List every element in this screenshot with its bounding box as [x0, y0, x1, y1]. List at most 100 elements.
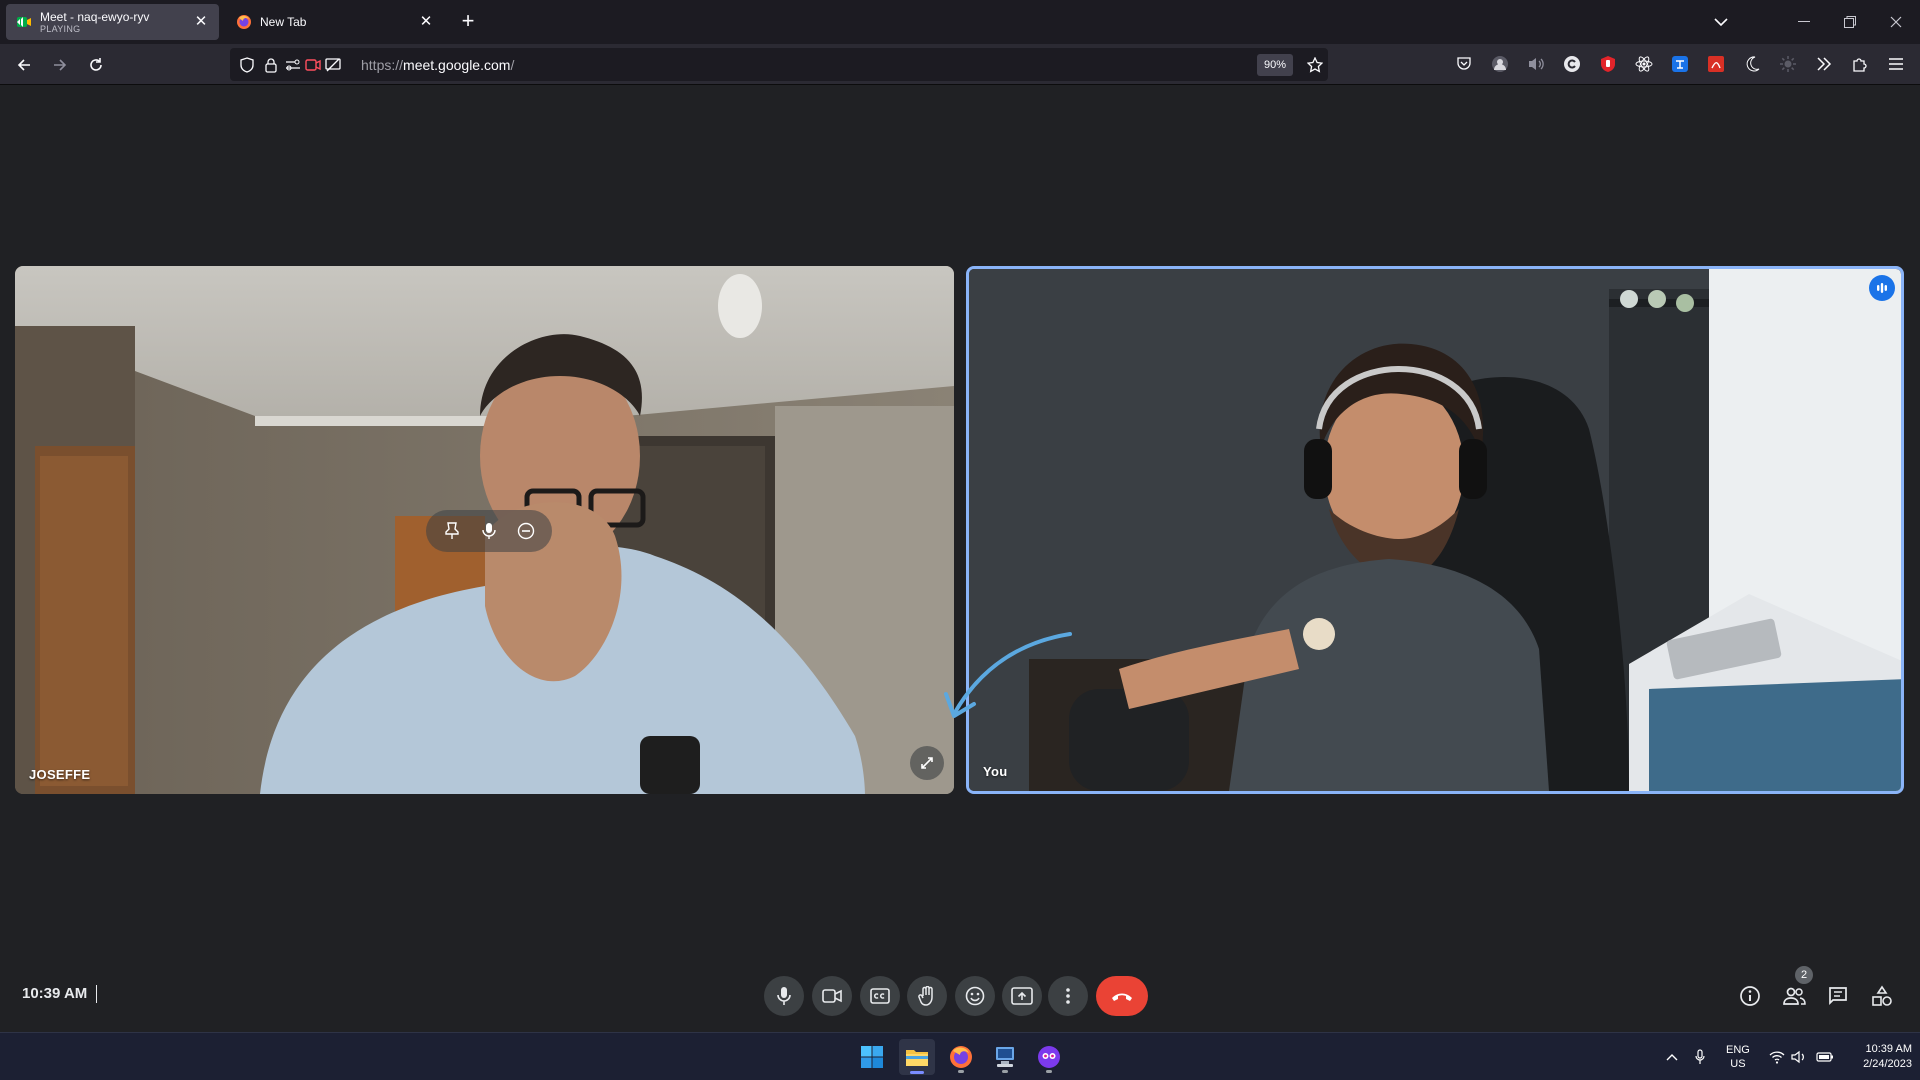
- tracking-protection-shield-icon[interactable]: [238, 56, 256, 74]
- speaking-indicator-icon: [1869, 275, 1895, 301]
- system-clock[interactable]: 10:39 AM 2/24/2023: [1842, 1042, 1912, 1072]
- more-vertical-icon: [1066, 988, 1070, 1004]
- leave-call-button[interactable]: [1096, 976, 1148, 1016]
- battery-charging-icon[interactable]: [1815, 1047, 1835, 1067]
- tab-title: Meet - naq-ewyo-ryv: [40, 9, 150, 24]
- region-code: US: [1730, 1058, 1746, 1070]
- present-screen-button[interactable]: [1002, 976, 1042, 1016]
- camera-button[interactable]: [812, 976, 852, 1016]
- system-time: 10:39 AM: [1865, 1043, 1912, 1055]
- meeting-details-button[interactable]: [1736, 982, 1764, 1010]
- system-date: 2/24/2023: [1863, 1058, 1912, 1070]
- self-video-feed: [969, 269, 1901, 791]
- info-icon: [1740, 986, 1760, 1006]
- bookmark-star-icon[interactable]: [1306, 56, 1324, 74]
- annotation-arrow-icon: [944, 632, 1072, 718]
- address-bar[interactable]: https://meet.google.com/ 90%: [230, 48, 1328, 81]
- close-window-icon[interactable]: [1882, 8, 1910, 36]
- tab-new-tab[interactable]: New Tab ✕: [226, 4, 444, 40]
- microphone-icon: [777, 987, 791, 1005]
- extensions-puzzle-icon[interactable]: [1850, 54, 1870, 74]
- close-tab-icon[interactable]: ✕: [418, 14, 434, 30]
- tile-hover-controls: [426, 510, 552, 552]
- back-arrow-icon[interactable]: [10, 51, 38, 79]
- sun-extension-icon[interactable]: [1778, 54, 1798, 74]
- browser-tab-strip: Meet - naq-ewyo-ryv PLAYING ✕ New Tab ✕ …: [0, 0, 1920, 44]
- input-language-indicator[interactable]: ENG US: [1726, 1043, 1750, 1071]
- microphone-in-use-icon[interactable]: [1690, 1047, 1710, 1067]
- pdf-extension-icon[interactable]: [1706, 54, 1726, 74]
- show-hidden-icons-chevron-icon[interactable]: [1662, 1047, 1682, 1067]
- more-tools-chevrons-icon[interactable]: [1814, 54, 1834, 74]
- smiley-icon: [965, 986, 985, 1006]
- browser-navigation-bar: https://meet.google.com/ 90%: [0, 44, 1920, 85]
- participant-name-label: You: [983, 764, 1008, 779]
- app-menu-hamburger-icon[interactable]: [1886, 54, 1906, 74]
- people-icon: [1783, 987, 1806, 1005]
- forward-arrow-icon[interactable]: [46, 51, 74, 79]
- start-windows-icon[interactable]: [854, 1039, 890, 1075]
- language-code: ENG: [1726, 1044, 1750, 1056]
- participant-tile-you[interactable]: You: [966, 266, 1904, 794]
- captions-button[interactable]: [860, 976, 900, 1016]
- chat-app-taskbar-icon[interactable]: [1031, 1039, 1067, 1075]
- restore-window-icon[interactable]: [1836, 8, 1864, 36]
- tab-title: New Tab: [260, 15, 307, 29]
- reload-icon[interactable]: [82, 51, 110, 79]
- speaker-extension-icon[interactable]: [1526, 54, 1546, 74]
- meet-audio-favicon: [16, 14, 32, 30]
- camera-sharing-icon[interactable]: [304, 56, 322, 74]
- permissions-icon[interactable]: [284, 56, 302, 74]
- firefox-favicon: [236, 14, 252, 30]
- minimize-window-icon[interactable]: [1790, 8, 1818, 36]
- tab-status: PLAYING: [40, 23, 81, 34]
- firefox-taskbar-icon[interactable]: [943, 1039, 979, 1075]
- lock-icon[interactable]: [262, 56, 280, 74]
- clock-divider: [96, 985, 97, 1003]
- windows-taskbar: ENG US 10:39 AM 2/24/2023: [0, 1032, 1920, 1080]
- file-explorer-icon[interactable]: [899, 1039, 935, 1075]
- screen-sharing-blocked-icon[interactable]: [324, 56, 342, 74]
- microphone-button[interactable]: [764, 976, 804, 1016]
- pin-icon[interactable]: [441, 520, 463, 542]
- active-app-indicator: [910, 1071, 924, 1074]
- chat-button[interactable]: [1824, 982, 1852, 1010]
- dark-mode-extension-icon[interactable]: [1742, 54, 1762, 74]
- camera-icon: [822, 989, 842, 1003]
- expand-tile-icon[interactable]: [910, 746, 944, 780]
- chat-icon: [1829, 987, 1847, 1006]
- wifi-icon[interactable]: [1767, 1047, 1787, 1067]
- raise-hand-button[interactable]: [907, 976, 947, 1016]
- participant-name-label: JOSEFFE: [29, 767, 91, 782]
- meeting-clock: 10:39 AM: [22, 985, 88, 1002]
- captions-icon: [870, 988, 890, 1004]
- list-all-tabs-chevron-icon[interactable]: [1707, 8, 1735, 36]
- translate-extension-icon[interactable]: [1670, 54, 1690, 74]
- tab-meet[interactable]: Meet - naq-ewyo-ryv PLAYING ✕: [6, 4, 219, 40]
- more-options-button[interactable]: [1048, 976, 1088, 1016]
- pocket-icon[interactable]: [1454, 54, 1474, 74]
- running-app-indicator: [958, 1070, 964, 1073]
- zoom-level-badge[interactable]: 90%: [1257, 54, 1293, 76]
- react-devtools-icon[interactable]: [1634, 54, 1654, 74]
- new-tab-plus-icon[interactable]: +: [456, 10, 480, 34]
- account-avatar-icon[interactable]: [1490, 54, 1510, 74]
- network-app-taskbar-icon[interactable]: [987, 1039, 1023, 1075]
- url-text: https://meet.google.com/: [361, 57, 515, 73]
- remove-participant-icon[interactable]: [515, 520, 537, 542]
- people-button[interactable]: [1780, 982, 1808, 1010]
- running-app-indicator: [1046, 1070, 1052, 1073]
- volume-icon[interactable]: [1789, 1047, 1809, 1067]
- adblock-extension-icon[interactable]: [1598, 54, 1618, 74]
- participant-tile-joseffe[interactable]: JOSEFFE: [15, 266, 954, 794]
- raise-hand-icon: [918, 986, 933, 1006]
- activities-button[interactable]: [1868, 982, 1896, 1010]
- mute-participant-mic-icon[interactable]: [478, 520, 500, 542]
- close-tab-icon[interactable]: ✕: [193, 14, 209, 30]
- activities-shapes-icon: [1872, 985, 1892, 1006]
- reactions-button[interactable]: [955, 976, 995, 1016]
- present-screen-icon: [1011, 987, 1033, 1005]
- running-app-indicator: [1002, 1070, 1008, 1073]
- grammar-extension-icon[interactable]: [1562, 54, 1582, 74]
- hang-up-phone-icon: [1112, 993, 1132, 1001]
